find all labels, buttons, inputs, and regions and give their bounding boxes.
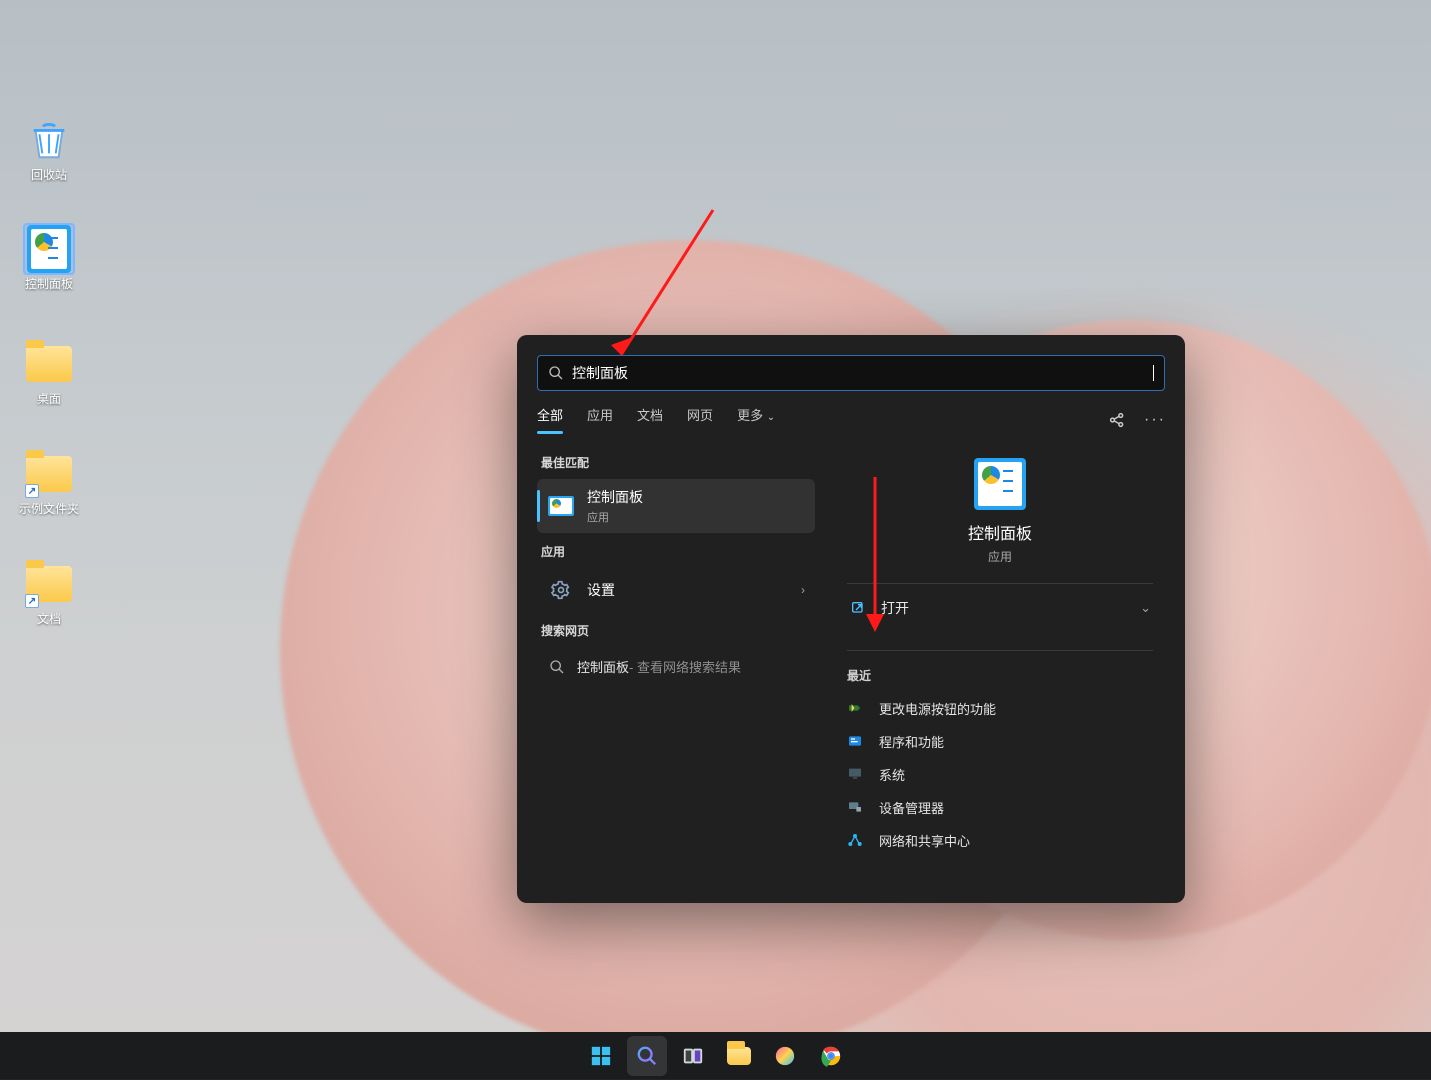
recent-item[interactable]: 系统 — [847, 758, 1153, 791]
recycle-bin-icon — [25, 116, 73, 164]
section-best-match: 最佳匹配 — [541, 454, 811, 471]
shortcut-arrow-icon: ↗ — [25, 484, 39, 498]
search-box[interactable] — [537, 355, 1165, 391]
text-cursor — [1153, 365, 1154, 381]
control-panel-icon — [547, 492, 575, 520]
preview-pane: 控制面板 应用 打开 ⌄ 最近 更改电源按钮的功能 — [821, 444, 1171, 902]
recent-label: 设备管理器 — [879, 798, 944, 817]
web-search-result[interactable]: 控制面板 - 查看网络搜索结果 — [537, 647, 815, 686]
chevron-down-icon: ⌄ — [767, 412, 775, 423]
power-icon — [847, 700, 865, 718]
desktop-icon-label: 控制面板 — [10, 277, 88, 291]
control-panel-icon — [974, 458, 1026, 510]
system-icon — [847, 766, 865, 784]
recent-item[interactable]: 网络和共享中心 — [847, 824, 1153, 857]
desktop-icon-label: 回收站 — [10, 168, 88, 182]
recent-label: 程序和功能 — [879, 732, 944, 751]
open-label: 打开 — [881, 598, 909, 618]
share-icon[interactable] — [1107, 410, 1127, 430]
recent-item[interactable]: 更改电源按钮的功能 — [847, 692, 1153, 725]
chevron-down-icon[interactable]: ⌄ — [1140, 600, 1151, 616]
taskbar-chrome[interactable] — [811, 1036, 851, 1076]
taskbar-taskview[interactable] — [673, 1036, 713, 1076]
result-subtitle: 应用 — [587, 509, 643, 525]
folder-icon — [25, 340, 73, 388]
chevron-right-icon: › — [801, 583, 805, 597]
taskbar — [0, 1032, 1431, 1080]
tab-documents[interactable]: 文档 — [637, 405, 663, 434]
web-query: 控制面板 — [577, 657, 629, 676]
control-panel-icon — [25, 225, 73, 273]
desktop-icon-label: 示例文件夹 — [10, 502, 88, 516]
section-web: 搜索网页 — [541, 622, 811, 639]
desktop-icon-folder-shortcut[interactable]: ↗ 文档 — [10, 560, 88, 626]
start-search-panel: 全部 应用 文档 网页 更多 ⌄ ··· 最佳匹配 控制面板 应用 应 — [517, 335, 1185, 903]
folder-icon: ↗ — [25, 450, 73, 498]
open-icon — [849, 599, 867, 617]
app-result-settings[interactable]: 设置 › — [537, 568, 815, 612]
taskbar-copilot[interactable] — [765, 1036, 805, 1076]
desktop-icon-label: 桌面 — [10, 392, 88, 406]
search-tabs: 全部 应用 文档 网页 更多 ⌄ ··· — [517, 391, 1185, 434]
search-icon — [549, 659, 565, 675]
more-options-icon[interactable]: ··· — [1145, 410, 1165, 430]
desktop-icon-recycle-bin[interactable]: 回收站 — [10, 116, 88, 182]
programs-icon — [847, 733, 865, 751]
gear-icon — [547, 576, 575, 604]
desktop-icon-folder-shortcut[interactable]: ↗ 示例文件夹 — [10, 450, 88, 516]
search-input[interactable] — [572, 365, 1153, 381]
tab-more[interactable]: 更多 ⌄ — [737, 405, 775, 434]
web-hint: - 查看网络搜索结果 — [629, 657, 741, 676]
recent-label: 网络和共享中心 — [879, 831, 970, 850]
desktop-icon-folder[interactable]: 桌面 — [10, 340, 88, 406]
desktop-icon-label: 文档 — [10, 612, 88, 626]
recent-label: 更改电源按钮的功能 — [879, 699, 996, 718]
recent-section-label: 最近 — [847, 667, 1153, 684]
device-manager-icon — [847, 799, 865, 817]
taskbar-start[interactable] — [581, 1036, 621, 1076]
desktop[interactable]: 回收站 控制面板 桌面 ↗ 示例文件夹 ↗ 文档 全部 应用 文档 网 — [0, 0, 1431, 1080]
best-match-result[interactable]: 控制面板 应用 — [537, 479, 815, 533]
result-title: 控制面板 — [587, 487, 643, 507]
tab-apps[interactable]: 应用 — [587, 405, 613, 434]
search-results-column: 最佳匹配 控制面板 应用 应用 设置 › 搜索网页 — [531, 444, 821, 902]
section-apps: 应用 — [541, 543, 811, 560]
preview-title: 控制面板 — [847, 520, 1153, 544]
result-title: 设置 — [587, 580, 615, 600]
taskbar-explorer[interactable] — [719, 1036, 759, 1076]
tab-web[interactable]: 网页 — [687, 405, 713, 434]
folder-icon: ↗ — [25, 560, 73, 608]
divider — [847, 650, 1153, 651]
search-icon — [548, 365, 564, 381]
recent-item[interactable]: 程序和功能 — [847, 725, 1153, 758]
folder-icon — [727, 1047, 751, 1065]
network-icon — [847, 832, 865, 850]
preview-subtitle: 应用 — [847, 548, 1153, 565]
desktop-icon-control-panel[interactable]: 控制面板 — [10, 225, 88, 291]
taskbar-search[interactable] — [627, 1036, 667, 1076]
tab-all[interactable]: 全部 — [537, 405, 563, 434]
open-action[interactable]: 打开 ⌄ — [847, 584, 1153, 632]
recent-label: 系统 — [879, 765, 905, 784]
recent-item[interactable]: 设备管理器 — [847, 791, 1153, 824]
shortcut-arrow-icon: ↗ — [25, 594, 39, 608]
